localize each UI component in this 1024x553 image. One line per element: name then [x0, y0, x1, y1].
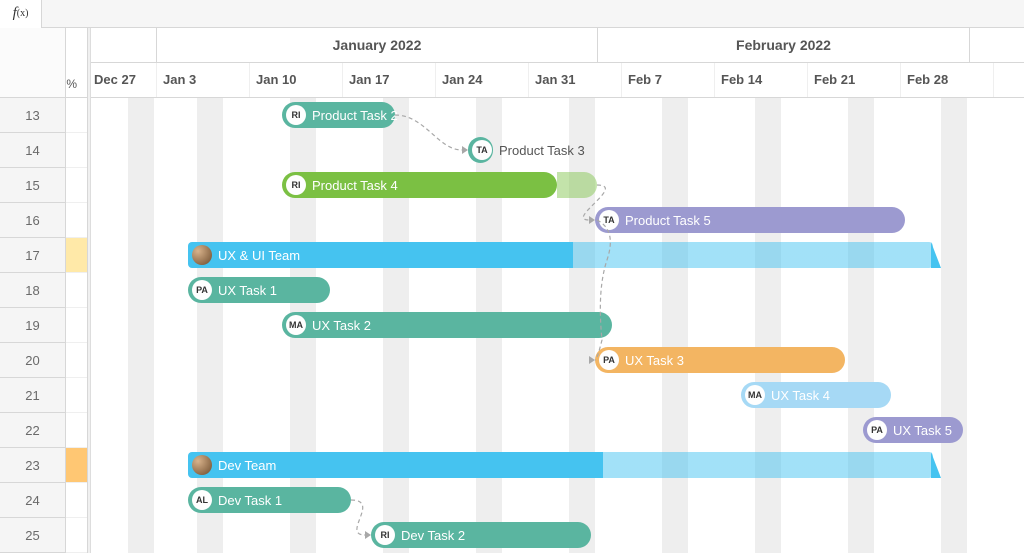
row-number[interactable]: 19 [0, 308, 65, 343]
week-header: Feb 21 [808, 63, 901, 98]
task-label: Dev Task 1 [218, 493, 282, 508]
task-label: Product Task 3 [499, 143, 585, 158]
week-header: Jan 10 [250, 63, 343, 98]
weekend-shade [941, 98, 967, 553]
row-number[interactable]: 21 [0, 378, 65, 413]
highlight-cell [66, 378, 87, 413]
highlight-cell [66, 448, 87, 483]
week-header: Feb 14 [715, 63, 808, 98]
highlight-cell [66, 483, 87, 518]
weekend-shade [128, 98, 154, 553]
task-label: UX Task 2 [312, 318, 371, 333]
highlight-cell [66, 203, 87, 238]
row-number-gutter: % 13141516171819202122232425 [0, 28, 66, 553]
weekend-shade [848, 98, 874, 553]
percent-header: % [66, 77, 77, 91]
row-number[interactable]: 16 [0, 203, 65, 238]
formula-bar: f(x) [0, 0, 1024, 28]
week-header: Feb 28 [901, 63, 994, 98]
highlight-cell [66, 133, 87, 168]
gantt-body[interactable]: RIProduct Task 2TAProduct Task 3RIProduc… [88, 98, 1024, 553]
row-number[interactable]: 20 [0, 343, 65, 378]
task-bar[interactable]: PA UX Task 1 [188, 277, 330, 303]
assignee-avatar [192, 455, 212, 475]
highlight-cell [66, 518, 87, 553]
highlight-cell [66, 413, 87, 448]
group-banner[interactable]: UX & UI Team [188, 242, 933, 268]
task-label: UX Task 5 [893, 423, 952, 438]
task-label: Product Task 2 [312, 108, 398, 123]
assignee-avatar: PA [192, 280, 212, 300]
month-header: January 2022 [157, 28, 598, 62]
assignee-avatar: RI [286, 105, 306, 125]
week-header: Jan 17 [343, 63, 436, 98]
row-number[interactable]: 24 [0, 483, 65, 518]
group-banner[interactable]: Dev Team [188, 452, 933, 478]
task-bar[interactable]: PA UX Task 3 [595, 347, 845, 373]
task-label: UX Task 3 [625, 353, 684, 368]
task-label: Product Task 4 [312, 178, 398, 193]
task-bar[interactable]: AL Dev Task 1 [188, 487, 351, 513]
row-number[interactable]: 14 [0, 133, 65, 168]
assignee-avatar: AL [192, 490, 212, 510]
assignee-avatar: TA [472, 140, 492, 160]
fx-icon[interactable]: f(x) [0, 0, 42, 28]
task-label: Dev Team [218, 458, 276, 473]
task-label: Dev Task 2 [401, 528, 465, 543]
task-label: UX Task 4 [771, 388, 830, 403]
gantt-chart[interactable]: January 2022February 2022 Dec 27Jan 3Jan… [88, 28, 1024, 553]
task-bar[interactable]: MA UX Task 4 [741, 382, 891, 408]
weekend-shade [755, 98, 781, 553]
weekend-shade [197, 98, 223, 553]
task-bar[interactable]: RI Product Task 2 [282, 102, 395, 128]
row-number[interactable]: 15 [0, 168, 65, 203]
row-number[interactable]: 25 [0, 518, 65, 553]
assignee-avatar: PA [599, 350, 619, 370]
task-bar[interactable]: PA UX Task 5 [863, 417, 963, 443]
task-label: Product Task 5 [625, 213, 711, 228]
highlight-column [66, 28, 88, 553]
task-bar[interactable]: TAProduct Task 3 [468, 137, 493, 163]
task-bar[interactable]: RI Product Task 4 [282, 172, 557, 198]
highlight-cell [66, 343, 87, 378]
month-header: February 2022 [598, 28, 970, 62]
task-label: UX & UI Team [218, 248, 300, 263]
highlight-cell [66, 238, 87, 273]
task-bar[interactable]: MA UX Task 2 [282, 312, 612, 338]
assignee-avatar: RI [375, 525, 395, 545]
highlight-cell [66, 273, 87, 308]
assignee-avatar: PA [867, 420, 887, 440]
assignee-avatar: TA [599, 210, 619, 230]
highlight-cell [66, 168, 87, 203]
task-bar[interactable]: TA Product Task 5 [595, 207, 905, 233]
highlight-cell [66, 308, 87, 343]
row-number[interactable]: 13 [0, 98, 65, 133]
task-bar[interactable]: RI Dev Task 2 [371, 522, 591, 548]
assignee-avatar [192, 245, 212, 265]
weekend-shade [662, 98, 688, 553]
week-header: Jan 24 [436, 63, 529, 98]
task-tail [557, 172, 597, 198]
row-number[interactable]: 17 [0, 238, 65, 273]
task-label: UX Task 1 [218, 283, 277, 298]
week-header: Feb 7 [622, 63, 715, 98]
assignee-avatar: RI [286, 175, 306, 195]
assignee-avatar: MA [286, 315, 306, 335]
row-number[interactable]: 23 [0, 448, 65, 483]
week-header: Jan 31 [529, 63, 622, 98]
row-number[interactable]: 18 [0, 273, 65, 308]
row-number[interactable]: 22 [0, 413, 65, 448]
assignee-avatar: MA [745, 385, 765, 405]
highlight-cell [66, 98, 87, 133]
week-header: Jan 3 [157, 63, 250, 98]
timeline-header: January 2022February 2022 Dec 27Jan 3Jan… [88, 28, 1024, 98]
week-header: Dec 27 [88, 63, 157, 98]
